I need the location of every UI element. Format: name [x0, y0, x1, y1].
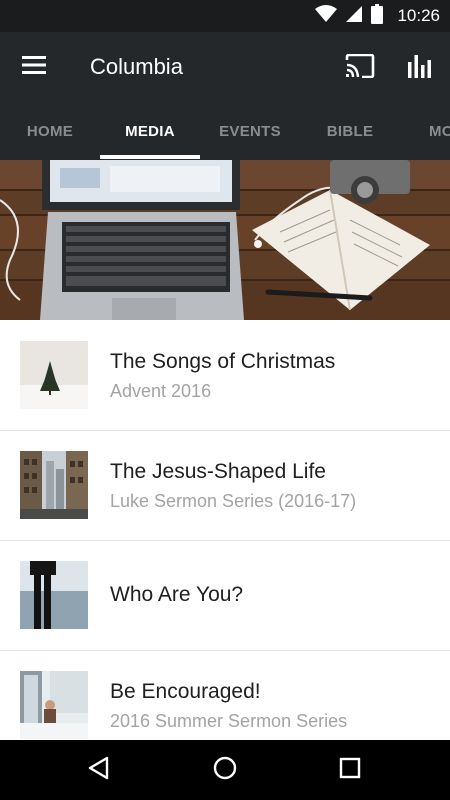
- tab-events[interactable]: EVENTS: [200, 102, 300, 160]
- battery-icon: [371, 3, 384, 29]
- item-title: The Songs of Christmas: [110, 350, 336, 373]
- city-street-thumbnail: [20, 451, 88, 519]
- home-icon: [212, 755, 238, 786]
- tab-indicator: [100, 155, 200, 159]
- app-title: Columbia: [90, 54, 183, 79]
- window-portrait-thumbnail: [20, 671, 88, 739]
- item-title: Be Encouraged!: [110, 680, 261, 703]
- item-subtitle: Advent 2016: [110, 381, 212, 401]
- list-item[interactable]: Be Encouraged! 2016 Summer Sermon Series: [0, 650, 450, 740]
- list-item[interactable]: Who Are You?: [0, 540, 450, 651]
- recents-icon: [339, 757, 361, 784]
- item-subtitle: Luke Sermon Series (2016-17): [110, 491, 357, 511]
- back-button[interactable]: [74, 750, 124, 790]
- wifi-icon: [315, 4, 338, 28]
- home-button[interactable]: [200, 750, 250, 790]
- tab-bible[interactable]: BIBLE: [300, 102, 400, 160]
- snowy-tree-thumbnail: [20, 341, 88, 409]
- media-list: The Songs of Christmas Advent 2016 The J…: [0, 320, 450, 740]
- status-icons: 10:26: [315, 0, 440, 32]
- item-title: Who Are You?: [110, 583, 244, 606]
- menu-button[interactable]: [16, 50, 52, 84]
- list-item[interactable]: The Songs of Christmas Advent 2016: [0, 320, 450, 431]
- cellular-icon: [345, 5, 363, 28]
- tab-home[interactable]: HOME: [0, 102, 100, 160]
- app-bar: Columbia: [0, 32, 450, 102]
- recents-button[interactable]: [325, 750, 375, 790]
- status-time: 10:26: [397, 6, 440, 25]
- tab-media[interactable]: MEDIA: [100, 102, 200, 160]
- hero-image: [0, 160, 450, 320]
- person-by-water-thumbnail: [20, 561, 88, 629]
- tab-more[interactable]: MO: [405, 102, 450, 160]
- menu-icon: [21, 55, 47, 80]
- status-bar: 10:26: [0, 0, 450, 32]
- stats-button[interactable]: [400, 50, 440, 84]
- item-title: The Jesus-Shaped Life: [110, 460, 326, 483]
- item-subtitle: 2016 Summer Sermon Series: [110, 711, 348, 731]
- bar-chart-icon: [407, 52, 433, 83]
- cast-button[interactable]: [340, 52, 380, 84]
- list-item[interactable]: The Jesus-Shaped Life Luke Sermon Series…: [0, 430, 450, 541]
- tab-bar: HOME MEDIA EVENTS BIBLE MO: [0, 102, 450, 160]
- back-icon: [87, 756, 111, 785]
- system-nav-bar: [0, 740, 450, 800]
- cast-icon: [345, 53, 375, 83]
